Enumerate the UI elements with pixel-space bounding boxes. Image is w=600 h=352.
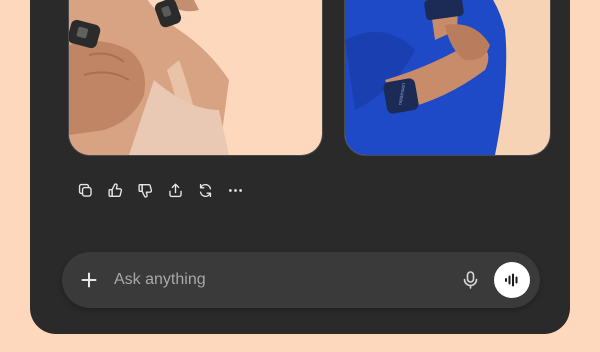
add-attachment-button[interactable] bbox=[78, 269, 100, 291]
chat-panel: notamoon bbox=[30, 0, 570, 334]
product-photo-clips-graphic bbox=[69, 0, 322, 155]
thumbs-down-icon bbox=[137, 183, 152, 198]
voice-waveform-icon bbox=[505, 273, 518, 287]
plus-icon bbox=[81, 272, 97, 288]
microphone-icon bbox=[463, 271, 477, 289]
copy-icon bbox=[78, 183, 92, 197]
more-icon bbox=[228, 188, 242, 192]
voice-mode-button[interactable] bbox=[494, 262, 530, 298]
share-button[interactable] bbox=[160, 178, 190, 202]
prompt-input[interactable] bbox=[112, 270, 458, 290]
regenerate-button[interactable] bbox=[190, 178, 220, 202]
share-icon bbox=[168, 183, 182, 197]
message-action-bar bbox=[70, 178, 250, 202]
more-options-button[interactable] bbox=[220, 178, 250, 202]
product-photo-wristbands-graphic: notamoon bbox=[345, 0, 550, 155]
product-photo-clips[interactable] bbox=[68, 0, 323, 156]
thumbs-up-button[interactable] bbox=[100, 178, 130, 202]
product-photo-wristbands[interactable]: notamoon bbox=[344, 0, 551, 156]
dictate-button[interactable] bbox=[458, 268, 482, 292]
thumbs-up-icon bbox=[107, 182, 122, 197]
thumbs-down-button[interactable] bbox=[130, 178, 160, 202]
copy-button[interactable] bbox=[70, 178, 100, 202]
regenerate-icon bbox=[199, 183, 211, 197]
prompt-composer bbox=[62, 252, 540, 308]
